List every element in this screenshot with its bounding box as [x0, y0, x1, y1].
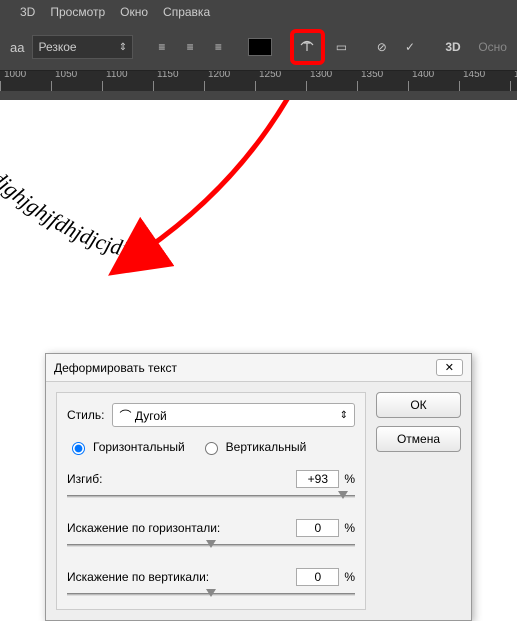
close-button[interactable]: ✕ — [436, 359, 463, 376]
cancel-icon[interactable]: ⊘ — [371, 36, 392, 58]
ruler-tick: 1050 — [55, 71, 77, 80]
style-value: Дугой — [135, 409, 167, 423]
pct-label: % — [344, 521, 355, 535]
align-center-icon[interactable]: ≡ — [179, 36, 200, 58]
extra-label: Осно — [478, 40, 507, 54]
ruler-tick: 1100 — [106, 71, 128, 80]
ok-button[interactable]: ОК — [376, 392, 461, 418]
ruler-tick: 1250 — [259, 71, 281, 80]
menu-help[interactable]: Справка — [163, 5, 210, 19]
chevron-down-icon: ⇕ — [119, 42, 127, 53]
chevron-down-icon: ⇕ — [340, 410, 348, 421]
threeD-button[interactable]: 3D — [440, 36, 467, 58]
hdist-label: Искажение по горизонтали: — [67, 521, 220, 535]
align-right-icon[interactable]: ≡ — [208, 36, 229, 58]
antialias-label: aa — [10, 40, 24, 55]
radio-vertical[interactable] — [205, 442, 218, 455]
text-color-swatch[interactable] — [248, 36, 272, 58]
hdist-slider[interactable] — [67, 540, 355, 550]
orientation-horizontal[interactable]: Горизонтальный — [67, 439, 185, 455]
hdist-input[interactable]: 0 — [296, 519, 339, 537]
menu-bar: 3D Просмотр Окно Справка — [0, 0, 517, 24]
bend-slider[interactable] — [67, 491, 355, 501]
pct-label: % — [344, 570, 355, 584]
arc-icon: ⌒ — [119, 409, 131, 423]
dialog-title: Деформировать текст — [54, 361, 177, 375]
warp-text-button[interactable] — [290, 29, 325, 65]
vdist-label: Искажение по вертикали: — [67, 570, 209, 584]
ruler-tick: 1200 — [208, 71, 230, 80]
canvas[interactable]: djghjghjfdhjdjcjdijdjh Деформировать тек… — [0, 100, 517, 544]
bend-input[interactable]: +93 — [296, 470, 339, 488]
ruler-tick: 1150 — [157, 71, 179, 80]
menu-view[interactable]: Просмотр — [50, 5, 105, 19]
menu-3d[interactable]: 3D — [20, 5, 35, 19]
style-label: Стиль: — [67, 408, 104, 422]
radio-horizontal[interactable] — [72, 442, 85, 455]
orientation-vertical[interactable]: Вертикальный — [200, 439, 307, 455]
options-bar: aa Резкое ⇕ ≡ ≡ ≡ ▭ ⊘ ✓ 3D Осно — [0, 24, 517, 71]
ruler-tick: 1450 — [463, 71, 485, 80]
ruler: 1000 1050 1100 1150 1200 1250 1300 1350 … — [0, 71, 517, 91]
warp-text-dialog: Деформировать текст ✕ Стиль: ⌒ Дугой ⇕ Г… — [45, 353, 472, 621]
warp-text-icon — [299, 40, 315, 54]
cancel-button[interactable]: Отмена — [376, 426, 461, 452]
panel-icon[interactable]: ▭ — [331, 36, 352, 58]
ruler-tick: 1000 — [4, 71, 26, 80]
align-left-icon[interactable]: ≡ — [151, 36, 172, 58]
antialias-value: Резкое — [38, 40, 76, 54]
menu-window[interactable]: Окно — [120, 5, 148, 19]
ruler-tick: 1350 — [361, 71, 383, 80]
commit-icon[interactable]: ✓ — [399, 36, 420, 58]
vdist-slider[interactable] — [67, 589, 355, 599]
pct-label: % — [344, 472, 355, 486]
antialias-dropdown[interactable]: Резкое ⇕ — [32, 35, 133, 59]
arc-text-path: djghjghjfdhjdjcjdijdjh — [0, 165, 161, 265]
bend-label: Изгиб: — [67, 472, 102, 486]
style-dropdown[interactable]: ⌒ Дугой ⇕ — [112, 403, 355, 427]
ruler-tick: 1300 — [310, 71, 332, 80]
ruler-tick: 1400 — [412, 71, 434, 80]
vdist-input[interactable]: 0 — [296, 568, 339, 586]
